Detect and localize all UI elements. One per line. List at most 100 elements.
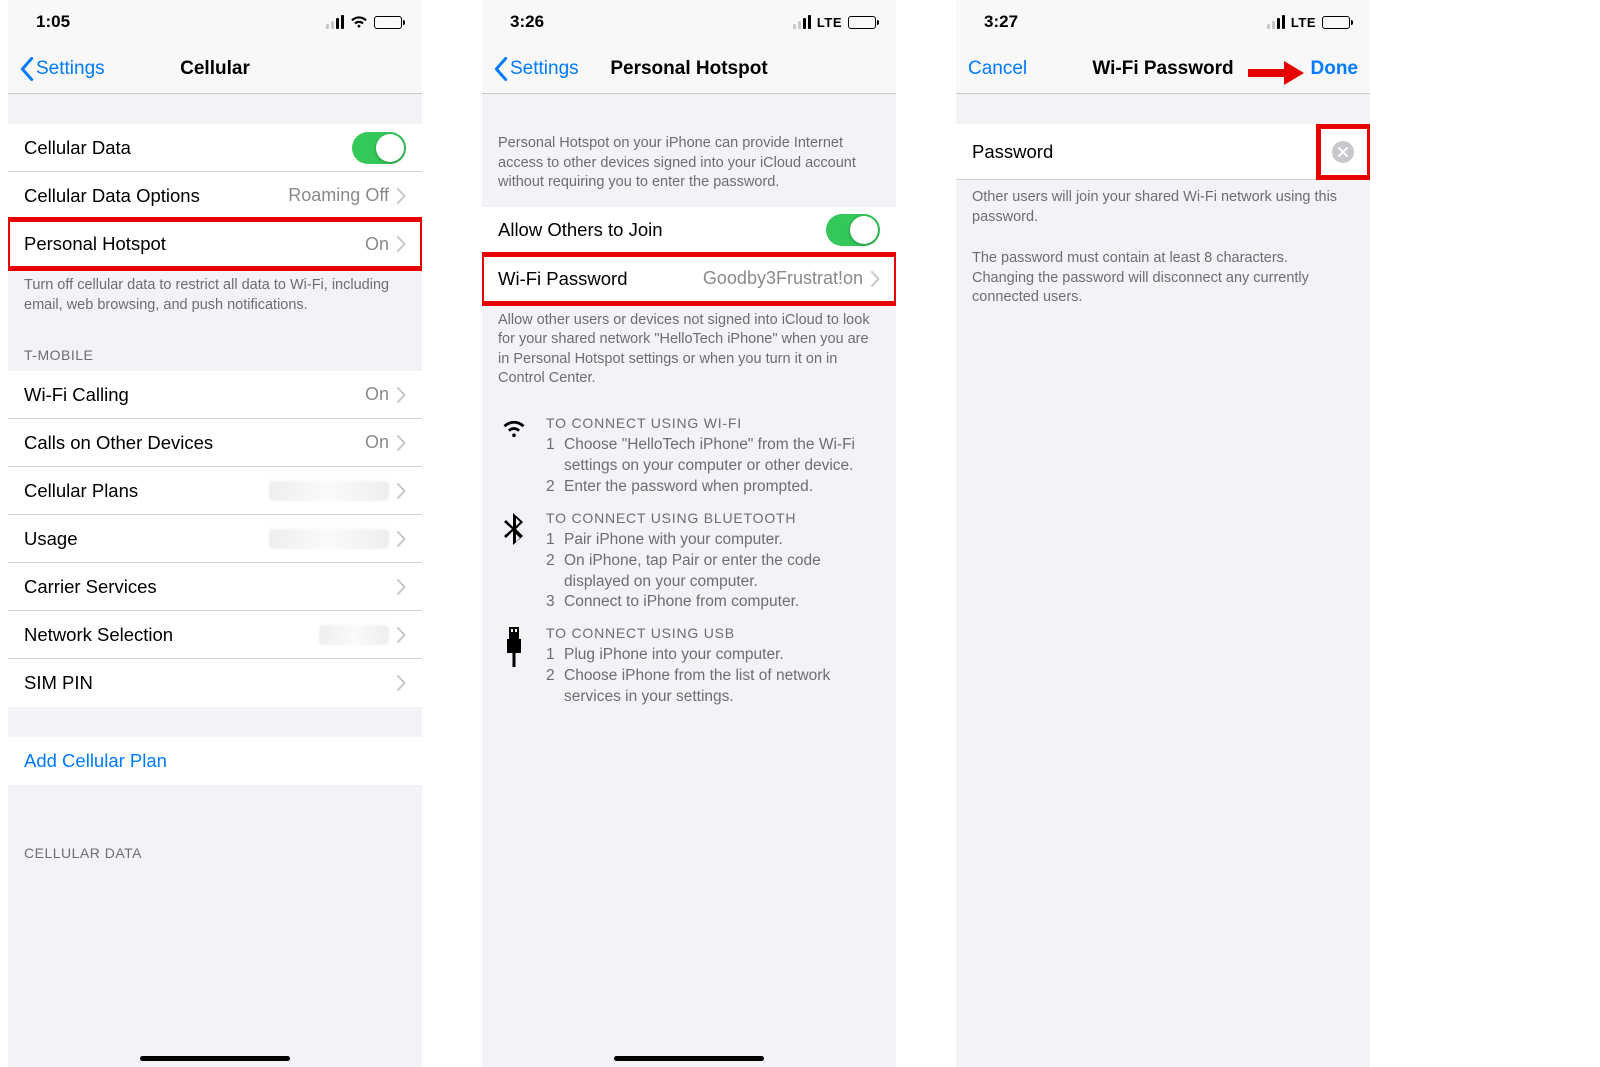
instructions-usb: TO CONNECT USING USB 1Plug iPhone into y… <box>482 613 896 708</box>
row-cellular-plans[interactable]: Cellular Plans <box>8 467 422 515</box>
instr-title: TO CONNECT USING WI-FI <box>546 415 880 431</box>
header-tmobile: T-MOBILE <box>8 329 422 371</box>
back-button[interactable]: Settings <box>20 57 105 81</box>
status-right: LTE <box>793 15 876 30</box>
row-personal-hotspot[interactable]: Personal Hotspot On <box>8 220 422 268</box>
back-label: Settings <box>36 58 105 80</box>
redacted-value <box>319 625 389 645</box>
screen-personal-hotspot: 3:26 LTE Settings Personal Hotspot Perso… <box>482 0 896 1067</box>
instr-step: Pair iPhone with your computer. <box>564 530 783 551</box>
row-cellular-data-options[interactable]: Cellular Data Options Roaming Off <box>8 172 422 220</box>
annotation-arrow <box>1248 58 1308 88</box>
toggle-allow-others[interactable] <box>826 214 880 246</box>
signal-icon <box>1267 15 1285 29</box>
instr-step: Choose "HelloTech iPhone" from the Wi-Fi… <box>564 435 880 477</box>
row-label: Cellular Data Options <box>24 185 200 207</box>
row-wifi-calling[interactable]: Wi-Fi Calling On <box>8 371 422 419</box>
row-cellular-data[interactable]: Cellular Data <box>8 124 422 172</box>
allow-others-footer: Allow other users or devices not signed … <box>482 303 896 403</box>
row-label: Add Cellular Plan <box>24 750 167 772</box>
row-network-selection[interactable]: Network Selection <box>8 611 422 659</box>
row-label: SIM PIN <box>24 672 93 694</box>
instr-title: TO CONNECT USING BLUETOOTH <box>546 510 880 526</box>
redacted-value <box>269 529 389 549</box>
home-indicator[interactable] <box>140 1056 290 1061</box>
bluetooth-icon <box>498 510 530 614</box>
battery-icon <box>848 16 876 29</box>
hotspot-intro: Personal Hotspot on your iPhone can prov… <box>482 94 896 207</box>
row-detail: On <box>365 234 389 255</box>
back-button[interactable]: Settings <box>494 57 579 81</box>
row-carrier-services[interactable]: Carrier Services <box>8 563 422 611</box>
signal-icon <box>793 15 811 29</box>
row-add-cellular-plan[interactable]: Add Cellular Plan <box>8 737 422 785</box>
instr-step: Plug iPhone into your computer. <box>564 645 784 666</box>
clear-input-button[interactable] <box>1332 141 1354 163</box>
toggle-cellular-data[interactable] <box>352 132 406 164</box>
instr-title: TO CONNECT USING USB <box>546 625 880 641</box>
row-label: Wi-Fi Password <box>498 268 628 290</box>
row-detail: Roaming Off <box>288 185 389 206</box>
usb-icon <box>498 625 530 708</box>
status-bar: 1:05 <box>8 0 422 44</box>
back-label: Settings <box>510 58 579 80</box>
instructions-wifi: TO CONNECT USING WI-FI 1Choose "HelloTec… <box>482 403 896 498</box>
row-detail: On <box>365 384 389 405</box>
row-detail: Goodby3Frustrat!on <box>703 268 863 289</box>
row-label: Usage <box>24 528 77 550</box>
wifi-icon <box>498 415 530 498</box>
password-label: Password <box>972 141 1053 163</box>
instr-step: On iPhone, tap Pair or enter the code di… <box>564 551 880 593</box>
cancel-button[interactable]: Cancel <box>968 58 1027 80</box>
footer-cellular-note: Turn off cellular data to restrict all d… <box>8 268 422 329</box>
status-bar: 3:27 LTE <box>956 0 1370 44</box>
chevron-right-icon <box>397 483 406 499</box>
battery-icon <box>1322 16 1350 29</box>
row-calls-other-devices[interactable]: Calls on Other Devices On <box>8 419 422 467</box>
status-time: 1:05 <box>36 12 70 32</box>
done-button[interactable]: Done <box>1311 58 1359 80</box>
network-label: LTE <box>1291 15 1316 30</box>
status-bar: 3:26 LTE <box>482 0 896 44</box>
home-indicator[interactable] <box>614 1056 764 1061</box>
nav-bar: Settings Cellular <box>8 44 422 94</box>
chevron-right-icon <box>397 387 406 403</box>
network-label: LTE <box>817 15 842 30</box>
row-label: Allow Others to Join <box>498 219 663 241</box>
instr-step: Enter the password when prompted. <box>564 477 813 498</box>
header-cellular-data: CELLULAR DATA <box>8 785 422 869</box>
row-sim-pin[interactable]: SIM PIN <box>8 659 422 707</box>
row-label: Wi-Fi Calling <box>24 384 129 406</box>
row-label: Calls on Other Devices <box>24 432 213 454</box>
chevron-left-icon <box>20 57 34 81</box>
chevron-right-icon <box>397 579 406 595</box>
row-allow-others[interactable]: Allow Others to Join <box>482 207 896 255</box>
password-footer-2: The password must contain at least 8 cha… <box>956 241 1370 322</box>
row-password[interactable]: Password <box>956 124 1370 180</box>
instr-step: Connect to iPhone from computer. <box>564 592 799 613</box>
signal-icon <box>326 15 344 29</box>
row-label: Cellular Data <box>24 137 131 159</box>
instructions-bluetooth: TO CONNECT USING BLUETOOTH 1Pair iPhone … <box>482 498 896 614</box>
status-right <box>326 15 402 29</box>
row-label: Network Selection <box>24 624 173 646</box>
row-label: Cellular Plans <box>24 480 138 502</box>
battery-icon <box>374 16 402 29</box>
chevron-left-icon <box>494 57 508 81</box>
row-label: Carrier Services <box>24 576 157 598</box>
chevron-right-icon <box>397 531 406 547</box>
chevron-right-icon <box>397 435 406 451</box>
nav-bar: Settings Personal Hotspot <box>482 44 896 94</box>
chevron-right-icon <box>397 627 406 643</box>
instr-step: Choose iPhone from the list of network s… <box>564 666 880 708</box>
row-wifi-password[interactable]: Wi-Fi Password Goodby3Frustrat!on <box>482 255 896 303</box>
row-label: Personal Hotspot <box>24 233 166 255</box>
chevron-right-icon <box>397 675 406 691</box>
redacted-value <box>269 481 389 501</box>
chevron-right-icon <box>871 271 880 287</box>
screen-wifi-password: 3:27 LTE Cancel Wi-Fi Password Done Pass… <box>956 0 1370 1067</box>
screen-cellular: 1:05 Settings Cellular Cellular Data Cel… <box>8 0 422 1067</box>
row-usage[interactable]: Usage <box>8 515 422 563</box>
chevron-right-icon <box>397 236 406 252</box>
chevron-right-icon <box>397 188 406 204</box>
